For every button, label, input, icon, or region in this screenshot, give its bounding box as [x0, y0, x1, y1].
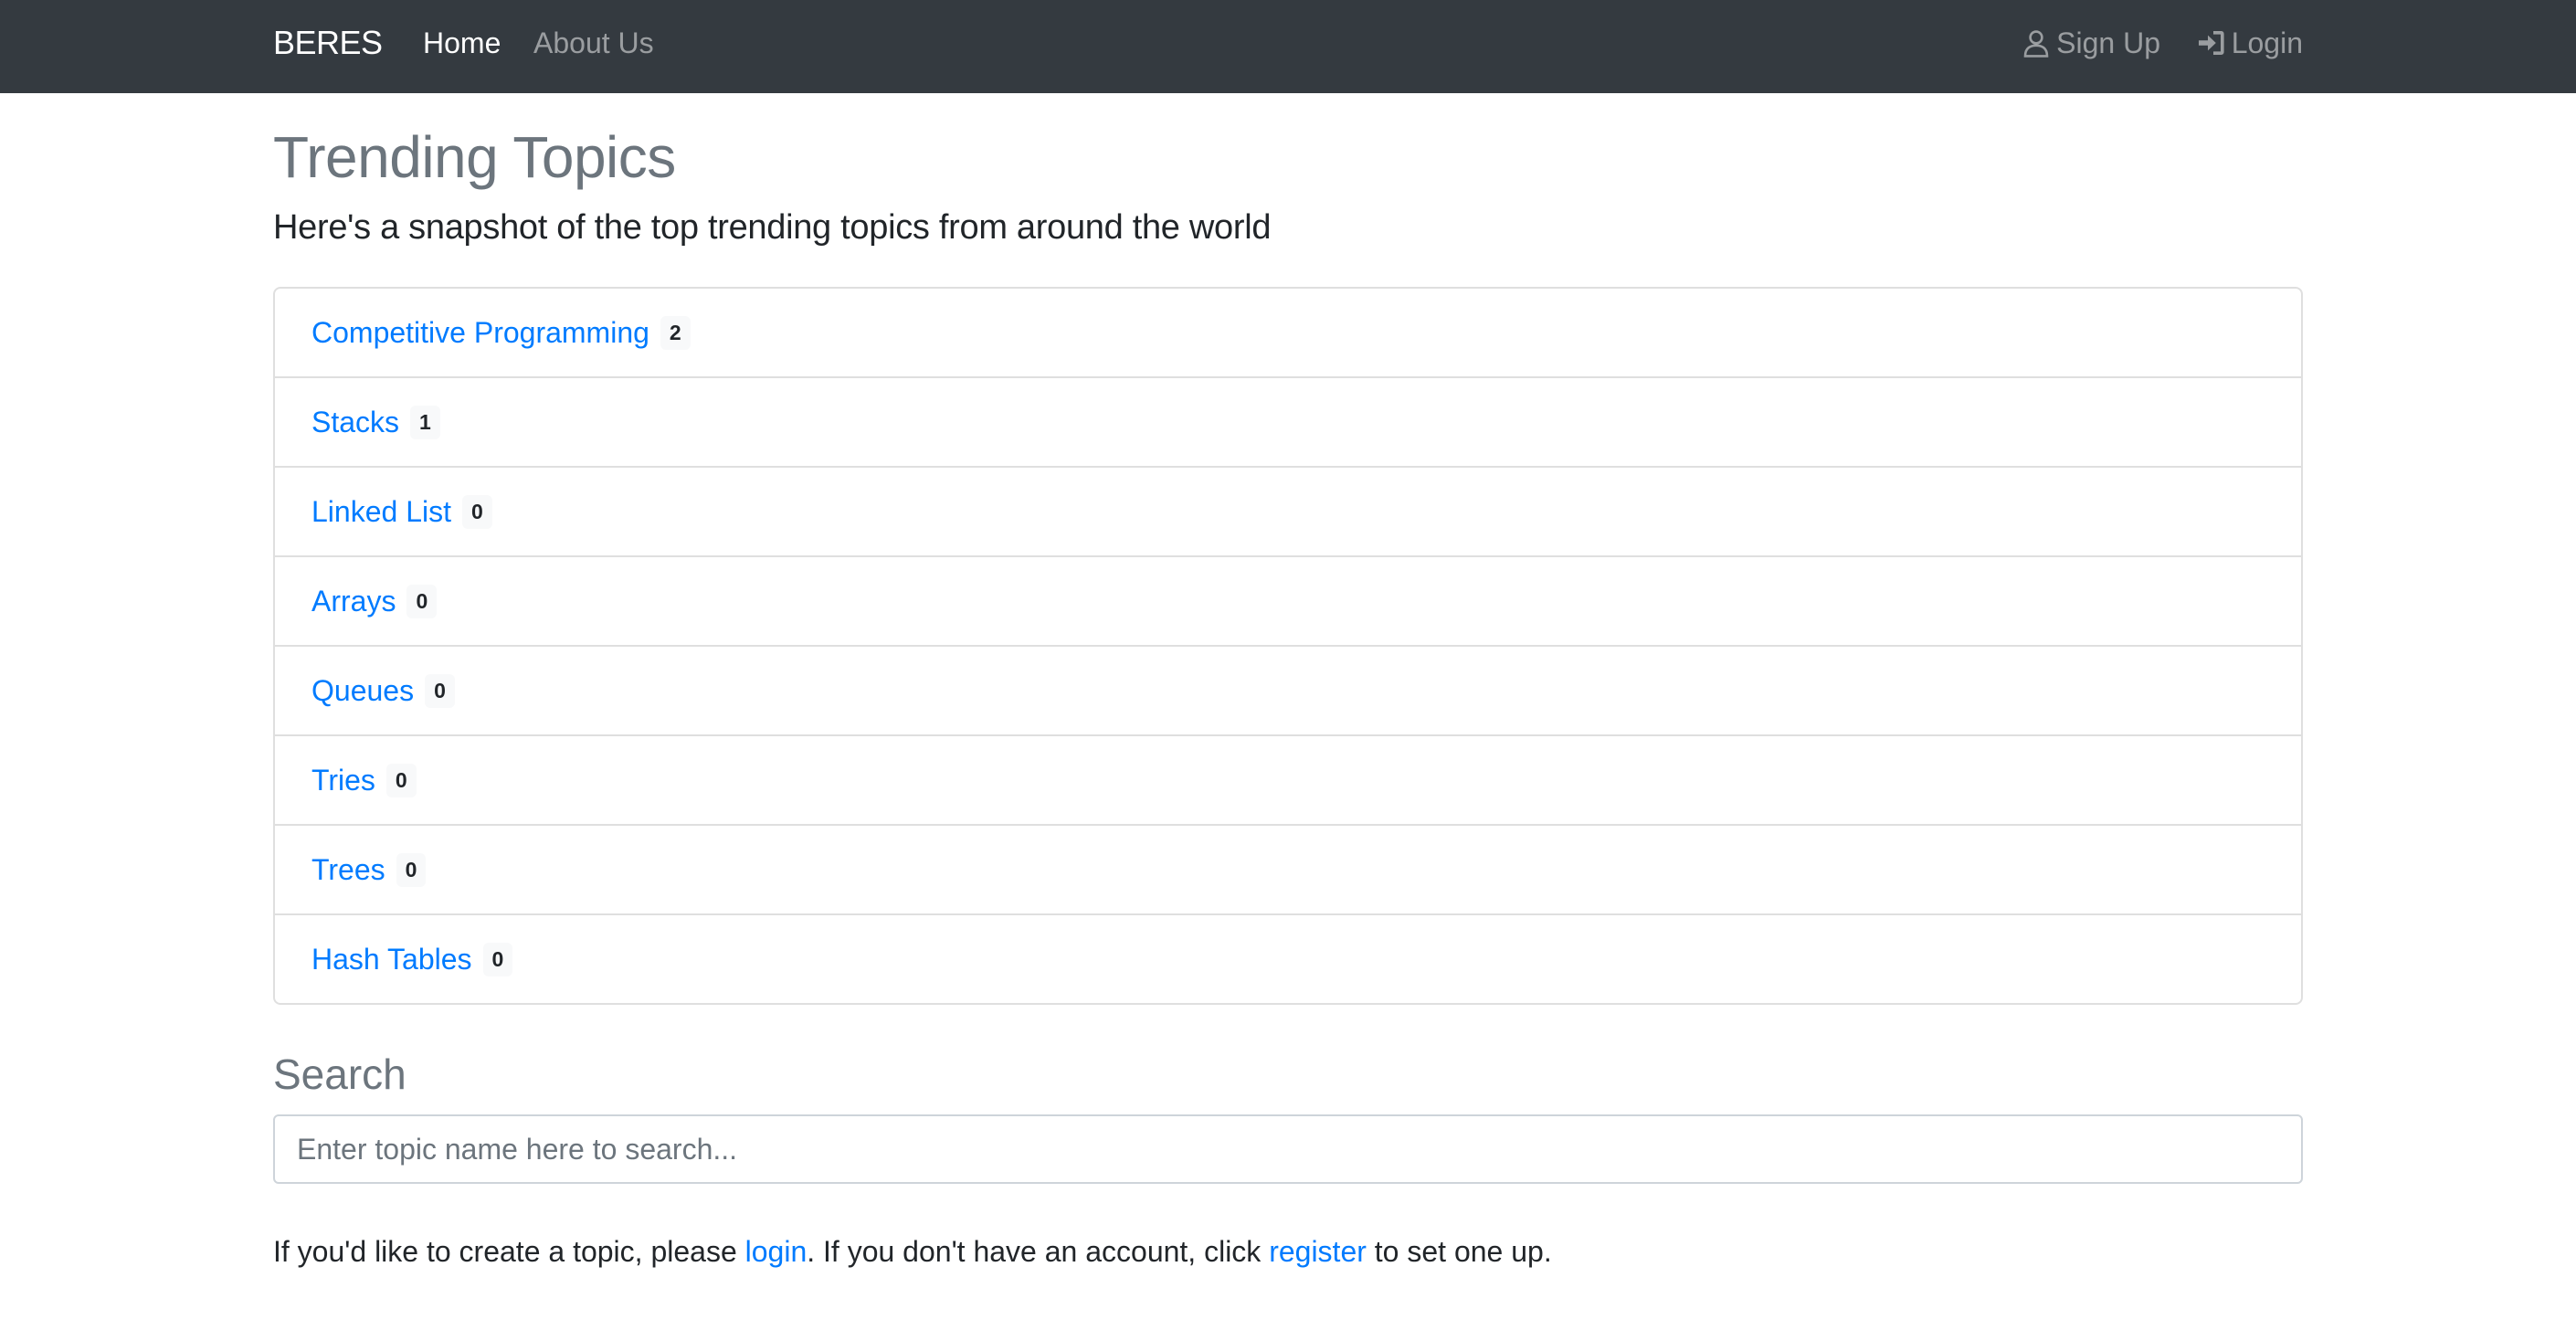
note-text-2: . If you don't have an account, click	[807, 1235, 1270, 1268]
nav-about-link[interactable]: About Us	[533, 22, 654, 64]
navbar: BERES Home About Us Sign Up Login	[0, 0, 2576, 93]
topic-link[interactable]: Linked List	[311, 495, 451, 529]
topic-link[interactable]: Hash Tables	[311, 943, 472, 976]
topic-count-badge: 1	[410, 405, 440, 439]
sign-in-icon	[2198, 31, 2224, 55]
nav-signup-label: Sign Up	[2056, 26, 2160, 59]
nav-login-link[interactable]: Login	[2197, 22, 2303, 64]
nav-login-label: Login	[2231, 26, 2303, 59]
navbar-inner: BERES Home About Us Sign Up Login	[273, 0, 2303, 93]
list-item: Tries 0	[275, 734, 2301, 824]
list-item: Hash Tables 0	[275, 913, 2301, 1003]
topic-link[interactable]: Competitive Programming	[311, 316, 649, 350]
page-lead: Here's a snapshot of the top trending to…	[273, 208, 1272, 247]
user-outline-icon	[2023, 30, 2049, 58]
page-title: Trending Topics	[273, 124, 676, 190]
login-link[interactable]: login	[745, 1235, 808, 1268]
topic-count-badge: 2	[660, 315, 691, 350]
nav-signup-link[interactable]: Sign Up	[2022, 22, 2160, 64]
topic-count-badge: 0	[461, 494, 492, 529]
topic-link[interactable]: Trees	[311, 853, 385, 887]
topic-count-badge: 0	[406, 584, 438, 618]
topic-link[interactable]: Tries	[311, 764, 375, 797]
topic-count-badge: 0	[425, 673, 455, 708]
list-item: Arrays 0	[275, 555, 2301, 645]
list-item: Queues 0	[275, 645, 2301, 734]
note-text-1: If you'd like to create a topic, please	[273, 1235, 745, 1268]
note-text-3: to set one up.	[1366, 1235, 1552, 1268]
create-topic-note: If you'd like to create a topic, please …	[273, 1230, 1552, 1273]
list-item: Trees 0	[275, 824, 2301, 913]
topic-link[interactable]: Arrays	[311, 585, 396, 618]
topic-link[interactable]: Queues	[311, 674, 414, 708]
list-item: Competitive Programming 2	[275, 289, 2301, 376]
topic-count-badge: 0	[396, 852, 427, 887]
topic-count-badge: 0	[482, 942, 513, 976]
search-heading: Search	[273, 1050, 406, 1098]
topic-count-badge: 0	[385, 763, 417, 797]
topic-list: Competitive Programming 2 Stacks 1 Linke…	[273, 287, 2303, 1005]
register-link[interactable]: register	[1269, 1235, 1367, 1268]
brand-logo[interactable]: BERES	[273, 22, 383, 64]
list-item: Linked List 0	[275, 466, 2301, 555]
nav-home-link[interactable]: Home	[423, 22, 501, 64]
list-item: Stacks 1	[275, 376, 2301, 466]
search-input[interactable]	[273, 1114, 2303, 1184]
topic-link[interactable]: Stacks	[311, 406, 399, 439]
